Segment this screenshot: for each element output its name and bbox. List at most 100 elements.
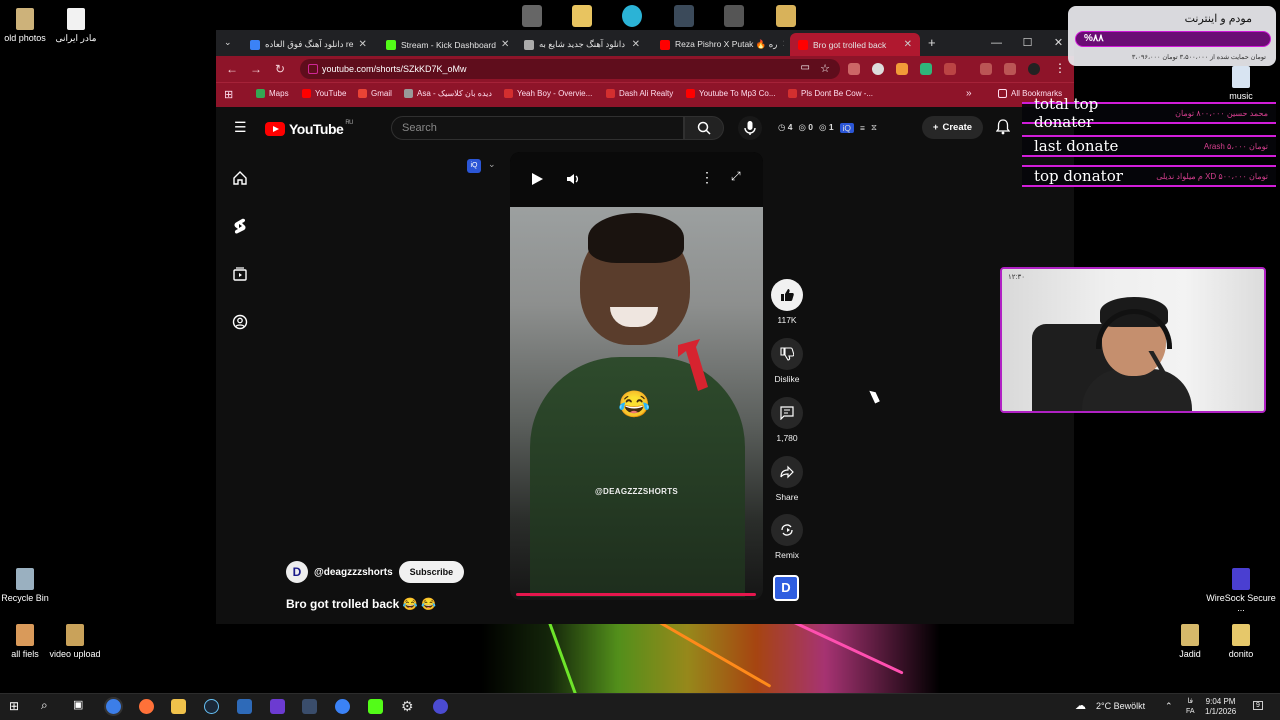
dislike-button[interactable]: Dislike [770, 338, 804, 384]
reload-button[interactable]: ↻ [268, 62, 292, 76]
folder-icon[interactable] [572, 5, 592, 27]
firefox-icon[interactable] [139, 699, 154, 714]
maximize-button[interactable]: ☐ [1012, 30, 1043, 56]
volume-icon[interactable] [565, 171, 581, 187]
menu-kebab-icon[interactable]: ⋮ [1054, 61, 1066, 75]
channel-handle[interactable]: @deagzzzshorts [314, 567, 393, 578]
notifications-bell-icon[interactable] [996, 119, 1010, 135]
shorts-player[interactable]: ⋮ ⤢ 😂 @DEAGZZZSHORTS [510, 152, 763, 600]
steam-icon[interactable] [204, 699, 219, 714]
apps-grid-icon[interactable]: ⊞ [224, 88, 233, 101]
subscriptions-icon[interactable] [232, 266, 248, 282]
desktop-icon[interactable]: Recycle Bin [0, 568, 63, 603]
downloads-icon[interactable] [980, 63, 992, 75]
folder-icon[interactable] [776, 5, 796, 27]
sound-avatar[interactable]: D [773, 575, 799, 601]
desktop-icon[interactable]: donito [1203, 624, 1279, 659]
chrome-icon[interactable] [106, 699, 121, 714]
browser-tab-active[interactable]: Bro got trolled back ✕ [790, 33, 920, 56]
system-clock[interactable]: 9:04 PM 1/1/2026 [1205, 697, 1236, 717]
browser-tab[interactable]: Reza Pishro X Putak 🔥 ره✕ [652, 33, 784, 56]
close-tab-icon[interactable]: ✕ [904, 39, 912, 50]
media-icon[interactable] [1004, 63, 1016, 75]
bookmark-item[interactable]: Dash Ali Realty [606, 89, 673, 98]
extension-icon[interactable] [920, 63, 932, 75]
app-icon[interactable] [522, 5, 542, 27]
back-button[interactable]: ← [220, 62, 244, 76]
start-windows-icon[interactable]: ⊞ [9, 699, 19, 713]
browser-tab[interactable]: دانلود آهنگ جدید شایع به ✕ [516, 33, 648, 56]
extensions-puzzle-icon[interactable] [944, 63, 956, 75]
url-bar[interactable]: youtube.com/shorts/SZkKD7K_oMw ▭ ☆ [300, 59, 840, 79]
voice-search-button[interactable] [738, 116, 762, 140]
like-button[interactable]: 117K [770, 279, 804, 325]
desktop-icon[interactable]: WireSock Secure ... [1203, 568, 1279, 613]
app-icon[interactable] [622, 5, 642, 27]
site-info-icon[interactable] [308, 64, 318, 74]
task-view-icon[interactable]: ▣ [73, 698, 83, 711]
shorts-icon[interactable] [232, 218, 248, 234]
bookmark-star-icon[interactable]: ☆ [820, 62, 830, 75]
tab-search-icon[interactable]: ⌄ [224, 37, 232, 48]
bookmarks-overflow-icon[interactable]: » [966, 88, 972, 99]
bookmark-item[interactable]: Maps [256, 89, 289, 98]
desktop-icon[interactable]: music [1203, 66, 1279, 101]
youtube-logo[interactable]: YouTube RU [265, 120, 353, 137]
weather-text[interactable]: 2°C Bewölkt [1096, 701, 1145, 711]
forward-button[interactable]: → [244, 62, 268, 76]
app-icon[interactable] [724, 5, 744, 27]
close-tab-icon[interactable]: ✕ [501, 39, 509, 50]
app-icon[interactable] [302, 699, 317, 714]
chevron-down-icon[interactable]: ⌄ [488, 159, 496, 170]
bookmark-item[interactable]: Asa - دیده بان کلاسیک [404, 89, 492, 98]
video-progress-bar[interactable] [516, 593, 756, 596]
video-frame[interactable]: 😂 @DEAGZZZSHORTS [510, 207, 763, 600]
app-icon[interactable] [335, 699, 350, 714]
extension-icon[interactable] [848, 63, 860, 75]
settings-gear-icon[interactable]: ⚙ [401, 699, 416, 714]
iq-extension-icon[interactable]: iQ [839, 122, 855, 133]
browser-tab[interactable]: Stream - Kick Dashboard ✕ [378, 33, 513, 56]
language-indicator[interactable]: فا FA [1186, 697, 1195, 717]
new-tab-button[interactable]: + [928, 35, 936, 50]
notifications-icon[interactable]: 9 [1253, 701, 1263, 710]
app-icon[interactable] [674, 5, 694, 27]
video-editor-icon[interactable] [270, 699, 285, 714]
browser-tab[interactable]: دانلود آهنگ فوق العاده re ✕ [242, 33, 372, 56]
close-tab-icon[interactable]: ✕ [782, 39, 784, 50]
create-button[interactable]: + Create [922, 116, 983, 139]
desktop-icon[interactable]: video upload [37, 624, 113, 659]
bookmark-item[interactable]: Yeah Boy - Overvie... [504, 89, 592, 98]
fullscreen-icon[interactable]: ⤢ [731, 169, 741, 184]
bookmark-item[interactable]: YouTube [302, 89, 346, 98]
search-icon[interactable]: ⌕ [41, 698, 48, 713]
play-icon[interactable] [530, 172, 544, 186]
profile-avatar-icon[interactable] [1028, 63, 1040, 75]
extension-icon[interactable] [896, 63, 908, 75]
minimize-button[interactable]: — [981, 30, 1012, 56]
iq-badge-icon[interactable]: iQ [467, 159, 481, 173]
kick-icon[interactable] [368, 699, 383, 714]
close-tab-icon[interactable]: ✕ [358, 39, 366, 50]
remix-button[interactable]: Remix [770, 514, 804, 560]
share-button[interactable]: Share [770, 456, 804, 502]
close-tab-icon[interactable]: ✕ [632, 39, 640, 50]
bookmark-item[interactable]: Youtube To Mp3 Co... [686, 89, 776, 98]
search-input[interactable]: Search [391, 116, 684, 140]
desktop-icon[interactable]: مادر ایرانی [38, 8, 114, 44]
hamburger-menu-icon[interactable]: ☰ [234, 119, 247, 136]
you-account-icon[interactable] [232, 314, 248, 330]
hourglass-icon[interactable]: ⧖ [871, 122, 877, 133]
app-icon[interactable] [433, 699, 448, 714]
file-explorer-icon[interactable] [171, 699, 186, 714]
install-app-icon[interactable]: ▭ [801, 62, 810, 73]
bookmark-item[interactable]: Gmail [358, 89, 392, 98]
extension-icon[interactable] [872, 63, 884, 75]
queue-icon[interactable]: ≡ [860, 123, 865, 133]
comments-button[interactable]: 1,780 [770, 397, 804, 443]
subscribe-button[interactable]: Subscribe [398, 561, 465, 583]
home-icon[interactable] [232, 170, 248, 186]
search-button[interactable] [684, 116, 724, 140]
bookmark-item[interactable]: Pls Dont Be Cow -... [788, 89, 873, 98]
tray-chevron-icon[interactable]: ⌃ [1165, 701, 1173, 712]
